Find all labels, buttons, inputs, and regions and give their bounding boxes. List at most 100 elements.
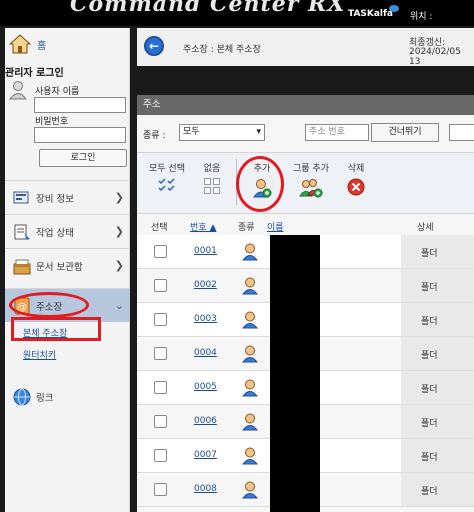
user-type-icon (241, 413, 259, 431)
skip-button[interactable]: 건너뛰기 (371, 123, 439, 142)
sidebar-item-job-status[interactable]: 작업 상태 ❯ (5, 214, 130, 248)
delete-label: 삭제 (347, 164, 365, 174)
user-type-icon (241, 345, 259, 363)
row-detail: 폴더 (421, 453, 438, 463)
sort-ascending-icon: ▲ (209, 223, 217, 233)
add-group-button[interactable]: 그룹 추가 (287, 161, 335, 198)
admin-login-title: 관리자 로그인 (5, 68, 64, 79)
user-type-icon (241, 481, 259, 499)
row-number-link[interactable]: 0007 (194, 450, 217, 460)
chevron-down-icon: ▾ (256, 127, 261, 137)
highlight-circle-annotation (236, 156, 284, 212)
column-detail: 상세 (417, 223, 434, 233)
select-all-label: 모두 선택 (149, 164, 185, 174)
home-label: 홈 (37, 40, 47, 52)
row-number-link[interactable]: 0004 (194, 348, 217, 358)
product-logo: Command Center RX (70, 0, 346, 17)
row-checkbox[interactable] (154, 381, 167, 394)
delete-button[interactable]: 삭제 (341, 161, 371, 196)
type-filter-value: 모두 (183, 127, 200, 137)
sidebar-subitem-one-touch-key[interactable]: 원터치키 (23, 348, 56, 361)
sidebar: 홈 관리자 로그인 사용자 이름 비밀번호 로그인 장비 정보 ❯ 작업 상태 … (5, 28, 130, 512)
row-checkbox[interactable] (154, 245, 167, 258)
row-checkbox[interactable] (154, 313, 167, 326)
column-select: 선택 (151, 223, 168, 233)
select-none-button[interactable]: 없음 (197, 161, 227, 194)
row-number-link[interactable]: 0008 (194, 484, 217, 494)
login-button[interactable]: 로그인 (39, 149, 127, 167)
type-filter-label: 종류 : (143, 131, 166, 141)
select-all-button[interactable]: 모두 선택 (145, 161, 189, 192)
address-number-placeholder: 주소 번호 (309, 127, 345, 137)
username-label: 사용자 이름 (35, 87, 80, 97)
password-input[interactable] (34, 127, 126, 143)
row-number-link[interactable]: 0005 (194, 382, 217, 392)
row-detail: 폴더 (421, 487, 438, 497)
redacted-area (270, 235, 320, 512)
column-number-sort[interactable]: 번호 ▲ (190, 220, 216, 233)
address-toolbar: 모두 선택 없음 추가 그룹 추가 삭제 (137, 152, 474, 214)
row-checkbox[interactable] (154, 347, 167, 360)
brand-logo-icon (389, 5, 399, 12)
row-detail: 폴더 (421, 419, 438, 429)
user-type-icon (241, 311, 259, 329)
row-detail: 폴더 (421, 283, 438, 293)
row-checkbox[interactable] (154, 415, 167, 428)
top-banner: Command Center RX TASKalfa 위치 : (0, 0, 474, 26)
select-none-label: 없음 (203, 164, 221, 174)
row-number-link[interactable]: 0006 (194, 416, 217, 426)
row-number-link[interactable]: 0003 (194, 314, 217, 324)
user-type-icon (241, 379, 259, 397)
empty-grid-icon (204, 178, 220, 194)
chevron-right-icon: ❯ (114, 225, 124, 238)
user-type-icon (241, 277, 259, 295)
sidebar-item-label: 장비 정보 (36, 193, 74, 205)
user-type-icon (241, 243, 259, 261)
column-type: 종류 (238, 223, 255, 233)
row-number-link[interactable]: 0002 (194, 280, 217, 290)
user-icon (9, 81, 27, 100)
secondary-input[interactable] (449, 124, 474, 141)
column-name-sort[interactable]: 이름 (267, 220, 284, 233)
user-type-icon (241, 447, 259, 465)
delete-icon (347, 178, 365, 196)
back-button[interactable]: ← (144, 36, 164, 56)
sidebar-item-device-info[interactable]: 장비 정보 ❯ (5, 180, 130, 214)
sidebar-item-label: 문서 보관함 (36, 261, 83, 273)
location-label: 위치 : (410, 12, 433, 22)
highlight-box-annotation (11, 317, 101, 341)
panel-title: 주소 (137, 95, 474, 115)
check-all-icon (158, 178, 175, 192)
type-filter-select[interactable]: 모두 ▾ (179, 124, 265, 141)
chevron-down-icon: ⌄ (114, 299, 124, 312)
breadcrumb: 주소장 : 본체 주소장 (183, 45, 261, 55)
sidebar-item-link[interactable]: 링크 (5, 380, 130, 414)
row-checkbox[interactable] (154, 279, 167, 292)
table-header: 선택 번호 ▲ 종류 이름 상세 (137, 216, 474, 234)
last-update-value: 2024/02/05 13 (409, 47, 461, 67)
highlight-circle-annotation (9, 292, 89, 318)
address-panel: 주소 종류 : 모두 ▾ 주소 번호 건너뛰기 모두 선택 없음 추가 그룹 추… (137, 95, 474, 512)
sidebar-item-label: 작업 상태 (36, 227, 74, 239)
globe-link-icon (13, 388, 31, 406)
sidebar-home-link[interactable]: 홈 (9, 34, 46, 54)
row-checkbox[interactable] (154, 449, 167, 462)
add-group-icon (299, 179, 323, 198)
chevron-right-icon: ❯ (114, 191, 124, 204)
username-input[interactable] (34, 97, 126, 113)
chevron-right-icon: ❯ (114, 259, 124, 272)
back-arrow-icon: ← (148, 39, 160, 53)
row-checkbox[interactable] (154, 483, 167, 496)
sidebar-item-document-box[interactable]: 문서 보관함 ❯ (5, 248, 130, 282)
password-label: 비밀번호 (35, 117, 69, 127)
breadcrumb-bar: ← 주소장 : 본체 주소장 최종갱신: 2024/02/05 13 (137, 28, 474, 67)
row-detail: 폴더 (421, 249, 438, 259)
document-box-icon (13, 259, 31, 274)
row-number-link[interactable]: 0001 (194, 246, 217, 256)
row-detail: 폴더 (421, 385, 438, 395)
row-detail: 폴더 (421, 351, 438, 361)
add-group-label: 그룹 추가 (293, 164, 329, 174)
address-number-input[interactable]: 주소 번호 (305, 124, 369, 141)
job-status-icon (14, 224, 30, 240)
sidebar-item-label: 링크 (36, 393, 54, 404)
